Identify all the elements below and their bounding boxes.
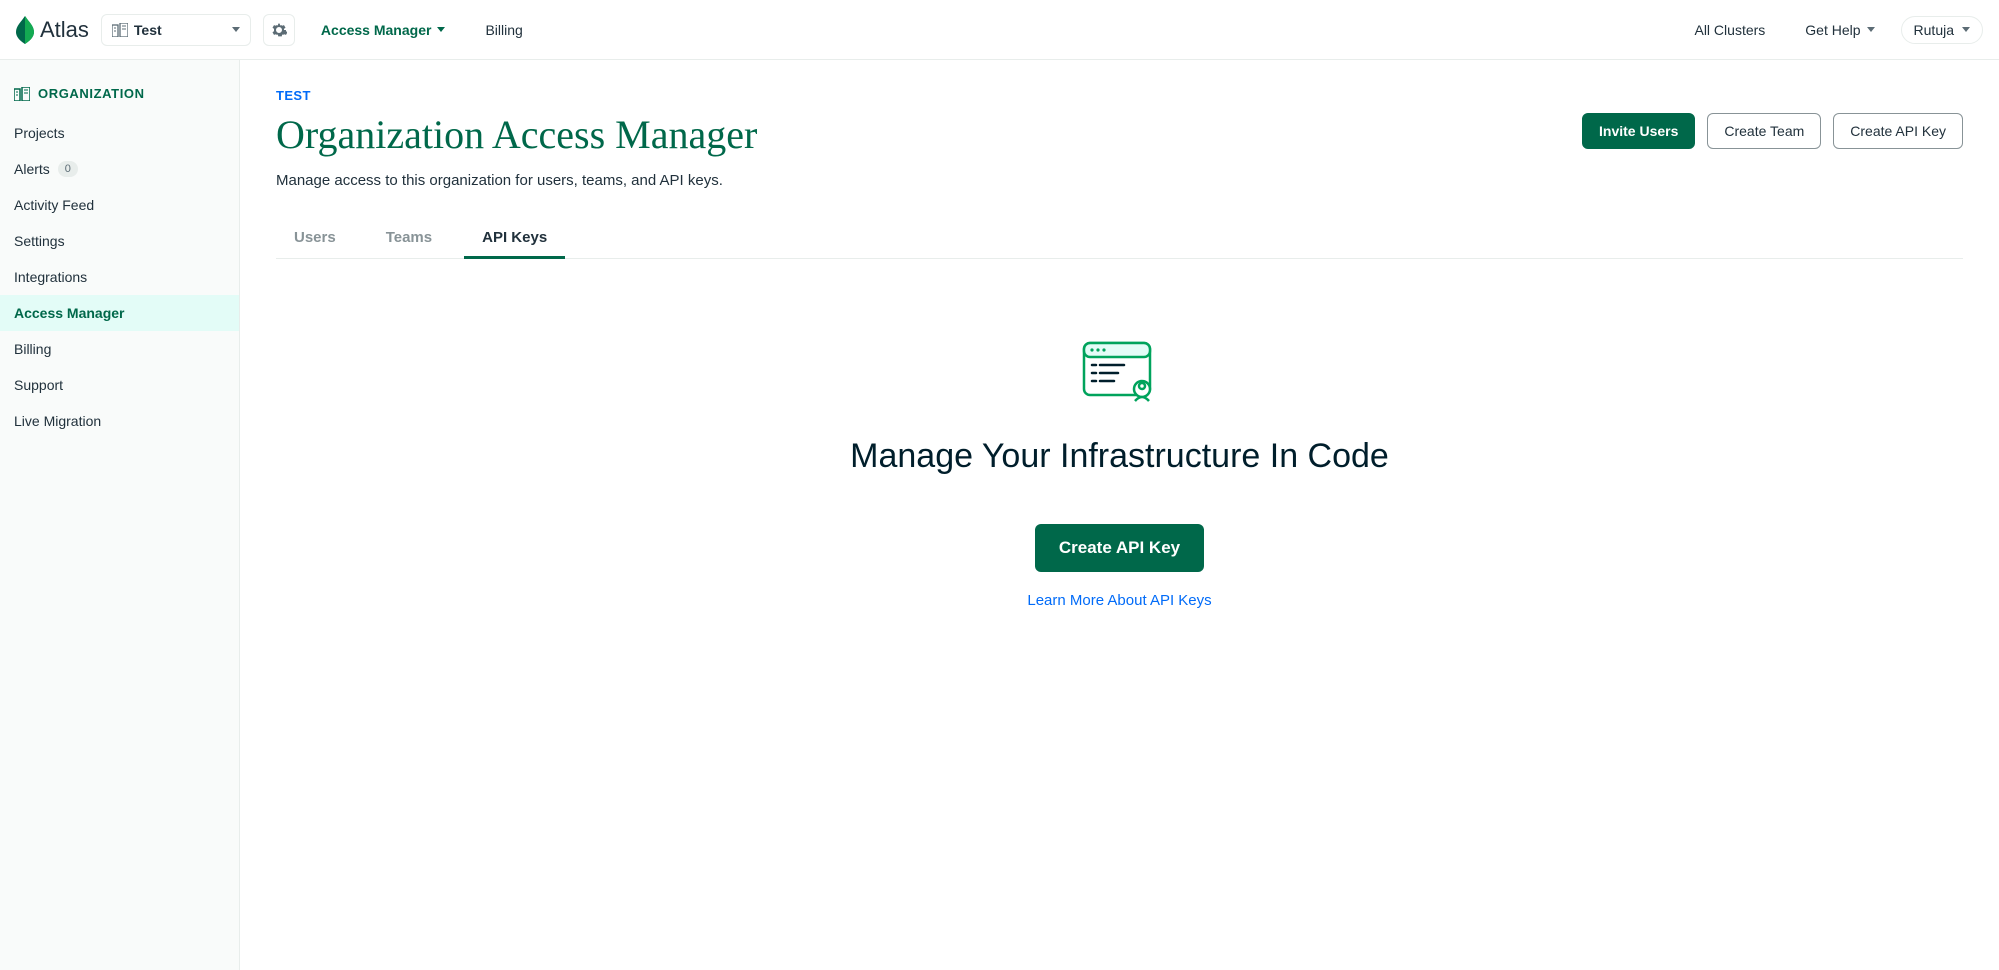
caret-down-icon [1962,27,1970,32]
sidebar-item-label: Live Migration [14,413,101,429]
sidebar-item-label: Support [14,377,63,393]
nav-access-manager-label: Access Manager [321,22,432,38]
tab-teams[interactable]: Teams [368,219,450,259]
create-api-key-button[interactable]: Create API Key [1833,113,1963,149]
page-description: Manage access to this organization for u… [276,172,1963,189]
nav-all-clusters[interactable]: All Clusters [1680,22,1779,38]
sidebar-item-support[interactable]: Support [0,367,239,403]
page-actions: Invite Users Create Team Create API Key [1582,113,1963,149]
sidebar-item-label: Projects [14,125,65,141]
alerts-badge: 0 [58,161,78,177]
top-nav: Atlas Test Access Manager Billing All Cl… [0,0,1999,60]
sidebar-item-access-manager[interactable]: Access Manager [0,295,239,331]
invite-users-button[interactable]: Invite Users [1582,113,1695,149]
user-menu[interactable]: Rutuja [1901,16,1983,44]
sidebar-item-label: Alerts [14,161,50,177]
empty-create-api-key-button[interactable]: Create API Key [1035,524,1204,572]
sidebar-header: ORGANIZATION [0,78,239,115]
caret-down-icon [232,27,240,32]
tab-api-keys[interactable]: API Keys [464,219,565,259]
page-title: Organization Access Manager [276,111,757,158]
brand-name: Atlas [40,17,89,43]
tabs: Users Teams API Keys [276,219,1963,259]
sidebar-header-label: ORGANIZATION [38,86,145,101]
learn-more-link[interactable]: Learn More About API Keys [276,592,1963,609]
sidebar-item-label: Settings [14,233,65,249]
gear-icon [271,22,287,38]
sidebar-item-integrations[interactable]: Integrations [0,259,239,295]
org-selector[interactable]: Test [101,14,251,46]
sidebar-item-label: Activity Feed [14,197,94,213]
breadcrumb[interactable]: TEST [276,88,1963,103]
create-team-button[interactable]: Create Team [1707,113,1821,149]
empty-state: Manage Your Infrastructure In Code Creat… [276,339,1963,609]
caret-down-icon [437,27,445,32]
nav-access-manager[interactable]: Access Manager [307,22,460,38]
org-settings-button[interactable] [263,14,295,46]
nav-get-help[interactable]: Get Help [1791,22,1888,38]
leaf-icon [16,16,34,44]
nav-billing[interactable]: Billing [471,22,536,38]
org-selector-label: Test [134,22,162,38]
sidebar-item-live-migration[interactable]: Live Migration [0,403,239,439]
org-icon [112,23,128,37]
empty-state-heading: Manage Your Infrastructure In Code [276,437,1963,476]
sidebar-item-projects[interactable]: Projects [0,115,239,151]
org-icon [14,87,30,101]
caret-down-icon [1867,27,1875,32]
user-name: Rutuja [1914,22,1954,38]
sidebar-item-label: Access Manager [14,305,125,321]
sidebar-item-label: Billing [14,341,51,357]
api-key-illustration-icon [1080,339,1160,409]
brand-logo[interactable]: Atlas [16,16,89,44]
sidebar-item-alerts[interactable]: Alerts 0 [0,151,239,187]
sidebar-item-billing[interactable]: Billing [0,331,239,367]
tab-users[interactable]: Users [276,219,354,259]
sidebar: ORGANIZATION Projects Alerts 0 Activity … [0,60,240,970]
nav-get-help-label: Get Help [1805,22,1860,38]
main-content: TEST Organization Access Manager Invite … [240,60,1999,970]
sidebar-item-label: Integrations [14,269,87,285]
sidebar-item-activity-feed[interactable]: Activity Feed [0,187,239,223]
sidebar-item-settings[interactable]: Settings [0,223,239,259]
